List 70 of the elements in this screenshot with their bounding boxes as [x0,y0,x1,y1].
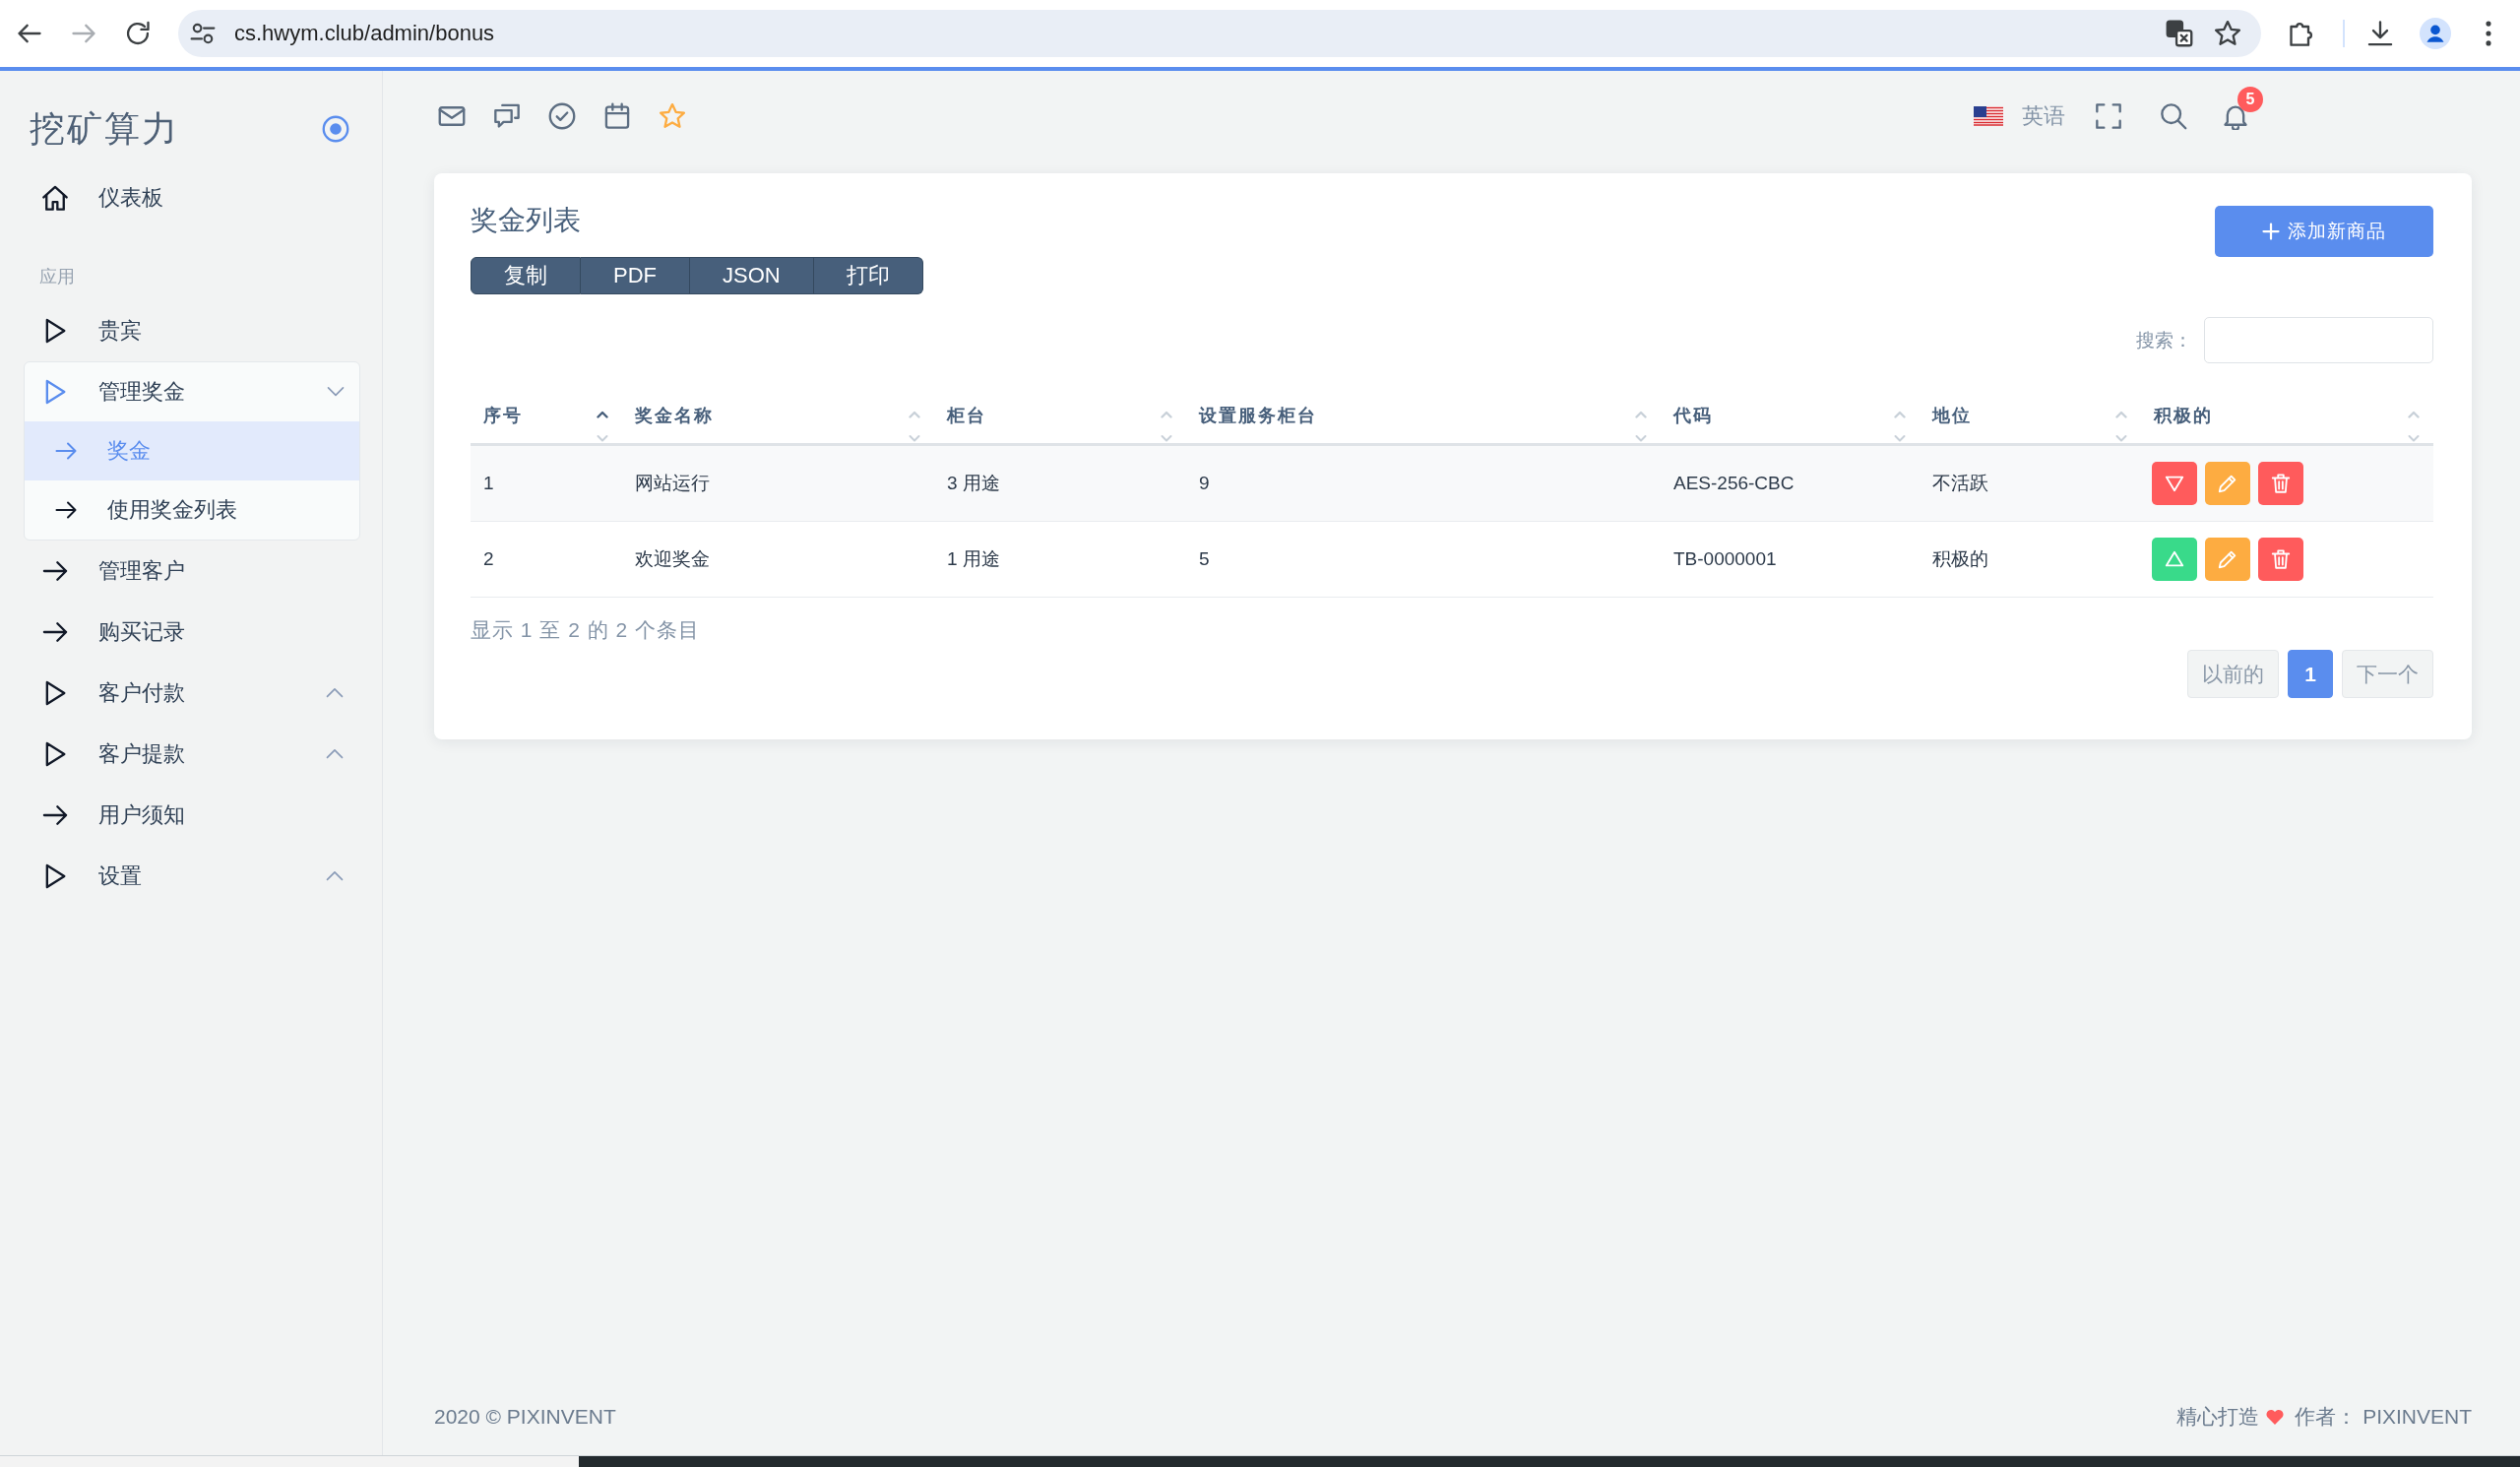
export-button[interactable]: PDF [581,257,690,294]
download-icon[interactable] [2366,20,2394,47]
export-button[interactable]: JSON [690,257,814,294]
site-settings-icon[interactable] [190,21,216,46]
table-cell-text: 1 [482,472,495,495]
table-cell-text: 不活跃 [1931,472,1989,495]
heart-icon [2265,1407,2286,1427]
column-header[interactable]: 奖金名称 [622,387,934,443]
search-label: 搜索： [2136,328,2192,352]
column-header[interactable]: 序号 [471,387,622,443]
table-cell-text: AES-256-CBC [1672,472,1796,495]
delete-button[interactable] [2258,462,2303,505]
puzzle-icon[interactable] [2288,20,2315,47]
home-icon [41,184,69,212]
profile-avatar-icon[interactable] [2420,18,2451,49]
delete-button[interactable] [2258,538,2303,581]
column-header[interactable]: 代码 [1661,387,1920,443]
pencil-icon [2217,473,2238,494]
star-icon[interactable] [659,102,686,130]
table-cell-text: 欢迎奖金 [634,547,711,571]
table-cell-text: 9 [1198,472,1211,495]
entries-info: 显示 1 至 2 的 2 个条目 [471,617,702,643]
submenu-item[interactable]: 使用奖金列表 [25,480,359,540]
notification-badge: 5 [2237,87,2263,112]
pencil-icon [2217,548,2238,570]
column-header[interactable]: 设置服务柜台 [1186,387,1661,443]
sidebar-item[interactable]: 客户提款 [0,724,382,785]
credit-text: 精心打造 [2176,1404,2260,1430]
calendar-icon[interactable] [603,102,631,130]
copyright-text: 2020 © PIXINVENT [434,1405,616,1429]
chat-icon[interactable] [493,102,521,130]
sidebar-item[interactable]: 仪表板 [0,167,382,228]
search-icon[interactable] [2160,102,2187,130]
sidebar-item[interactable]: 管理客户 [0,541,382,602]
column-header[interactable]: 地位 [1920,387,2141,443]
sidebar-item[interactable]: 购买记录 [0,602,382,663]
stacked-squares-icon[interactable] [2166,20,2193,47]
bookmark-star-icon[interactable] [2214,20,2241,47]
target-icon[interactable] [322,115,349,143]
table-cell-text: 5 [1198,547,1211,571]
card-title: 奖金列表 [471,204,582,237]
table-cell-text: 网站运行 [634,472,711,495]
sidebar-item[interactable]: 客户付款 [0,663,382,724]
check-circle-icon[interactable] [548,102,576,130]
table-cell-text: TB-0000001 [1672,547,1778,571]
sidebar-item[interactable]: 设置 [0,846,382,907]
status-toggle-button[interactable] [2152,538,2197,581]
flag-icon [1974,106,2003,126]
column-header[interactable]: 柜台 [934,387,1186,443]
section-label: 应用 [38,266,76,288]
plus-icon [2262,223,2280,240]
address-bar[interactable]: cs.hwym.club/admin/bonus [178,10,2261,57]
table-cell-text: 3 用途 [946,472,1001,495]
sidebar-item[interactable]: 管理奖金 [25,362,359,421]
trash-icon [2270,473,2292,494]
fullscreen-icon[interactable] [2095,102,2122,130]
search-field[interactable] [2204,317,2433,363]
status-toggle-button[interactable] [2152,462,2197,505]
trash-icon [2270,548,2292,570]
export-button[interactable]: 打印 [813,257,923,294]
table-cell-text: 1 用途 [946,547,1001,571]
reload-icon[interactable] [124,20,152,47]
sidebar-item[interactable]: 用户须知 [0,785,382,846]
author-text: 作者： PIXINVENT [2295,1404,2472,1430]
table-cell-text: 积极的 [1931,547,1989,571]
column-header[interactable]: 积极的 [2141,387,2433,443]
sidebar-item[interactable]: 贵宾 [0,300,382,361]
brand-title: 挖矿算力 [30,106,179,151]
table-cell-text: 2 [482,547,495,571]
export-button[interactable]: 复制 [471,257,581,294]
